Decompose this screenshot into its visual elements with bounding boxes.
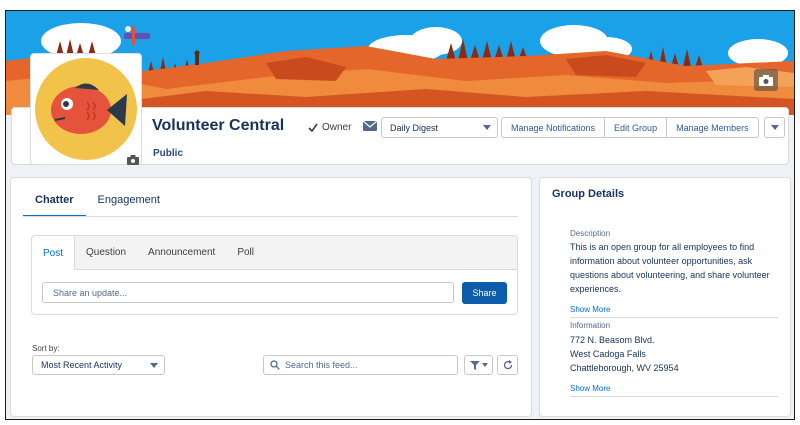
show-more-link[interactable]: Show More [570, 305, 610, 314]
filter-button[interactable] [464, 355, 493, 375]
address-line-2: West Cadoga Falls [570, 349, 646, 359]
information-label: Information [570, 321, 611, 330]
refresh-icon [503, 360, 512, 370]
manage-notifications-button[interactable]: Manage Notifications [502, 118, 606, 137]
tab-poll[interactable]: Poll [226, 236, 265, 269]
feed-panel: Chatter Engagement Post Question Announc… [10, 177, 532, 417]
group-actions: Manage Notifications Edit Group Manage M… [501, 117, 759, 138]
share-button[interactable]: Share [462, 282, 507, 304]
show-more-link[interactable]: Show More [570, 384, 610, 393]
owner-label: Owner [322, 122, 352, 133]
email-digest-select[interactable]: Daily Digest [381, 117, 498, 138]
fish-logo-icon [35, 58, 137, 160]
visibility-label: Public [153, 148, 184, 159]
share-update-input[interactable]: Share an update... [42, 282, 454, 303]
divider [570, 317, 778, 318]
tab-announcement[interactable]: Announcement [137, 236, 226, 269]
tab-divider [23, 216, 518, 217]
feed-tabs: Chatter Engagement [23, 186, 172, 217]
group-details-panel: Group Details Description This is an ope… [539, 177, 791, 417]
divider [570, 396, 778, 397]
sort-label: Sort by: [32, 344, 60, 353]
sort-select[interactable]: Most Recent Activity [32, 355, 165, 375]
chevron-down-icon [770, 125, 779, 130]
publisher: Post Question Announcement Poll Share an… [31, 235, 518, 315]
edit-group-button[interactable]: Edit Group [605, 118, 668, 137]
group-avatar[interactable] [30, 53, 142, 165]
banner-camera-icon[interactable] [754, 69, 778, 91]
page-title: Volunteer Central [152, 117, 285, 134]
refresh-button[interactable] [497, 355, 518, 375]
checkmark-icon [308, 123, 318, 132]
address-line-1: 772 N. Beasom Blvd. [570, 335, 655, 345]
search-feed-input[interactable]: Search this feed... [263, 355, 458, 375]
chevron-down-icon [481, 363, 488, 367]
address-line-3: Chattleborough, WV 25954 [570, 363, 679, 373]
sort-value: Most Recent Activity [41, 360, 123, 370]
tab-chatter[interactable]: Chatter [23, 186, 86, 217]
digest-value: Daily Digest [390, 122, 439, 133]
search-icon [270, 360, 280, 370]
manage-members-button[interactable]: Manage Members [667, 118, 758, 137]
chevron-down-icon [150, 363, 158, 368]
chevron-down-icon [483, 125, 491, 130]
description-text: This is an open group for all employees … [570, 242, 770, 294]
search-placeholder: Search this feed... [285, 360, 358, 370]
filter-icon [469, 360, 480, 370]
app-frame: Volunteer Central Public Owner Daily Dig… [5, 10, 795, 420]
more-actions-button[interactable] [764, 117, 785, 138]
group-details-title: Group Details [552, 188, 625, 200]
tab-post[interactable]: Post [32, 236, 76, 270]
avatar-camera-icon[interactable] [127, 152, 139, 165]
envelope-icon [363, 121, 377, 131]
tab-engagement[interactable]: Engagement [86, 186, 172, 217]
tab-question[interactable]: Question [75, 236, 137, 269]
owner-status: Owner [308, 122, 351, 133]
description-label: Description [570, 229, 611, 238]
publisher-tabs: Post Question Announcement Poll [32, 236, 517, 270]
